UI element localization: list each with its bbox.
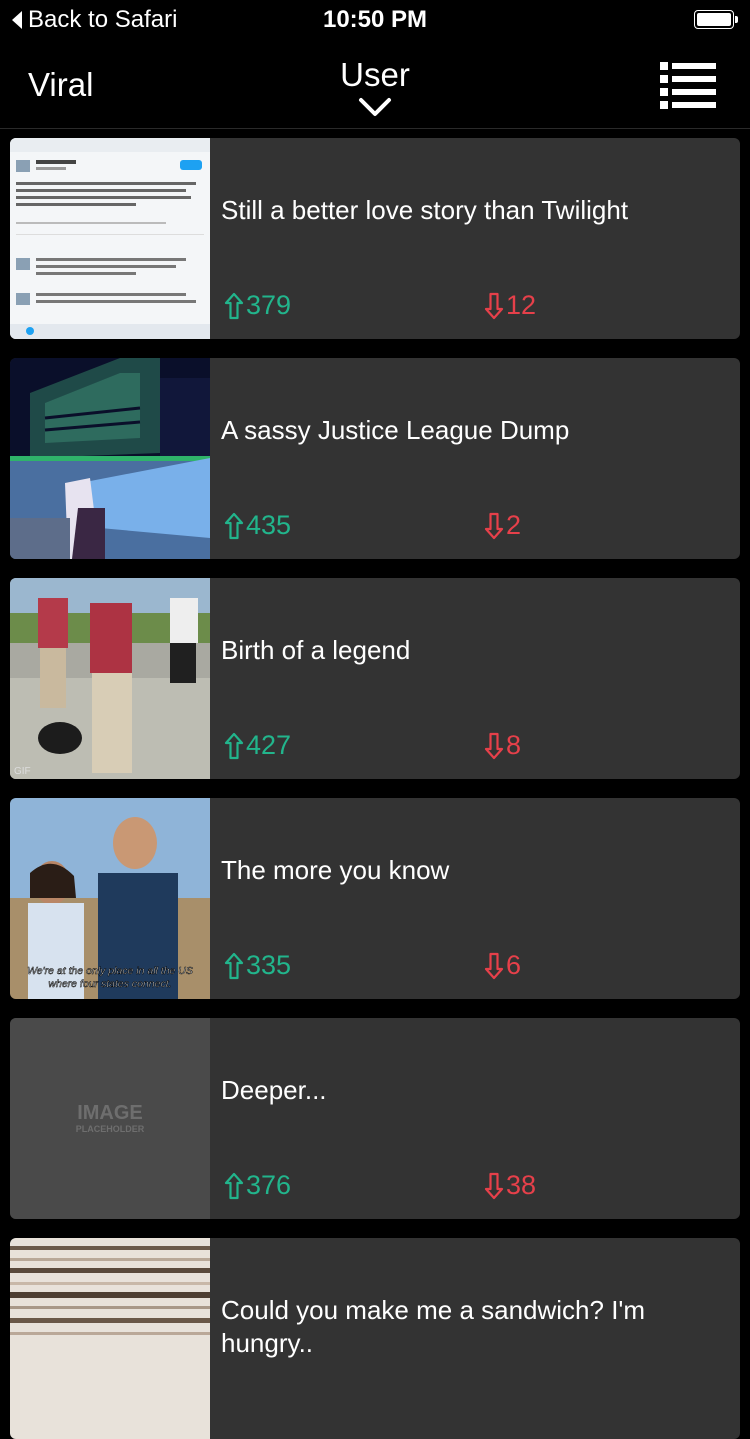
nav-bar: Viral User	[0, 40, 750, 129]
downvote-count[interactable]: 8	[484, 730, 521, 761]
upvote-value: 376	[246, 1170, 292, 1200]
downvote-arrow-icon	[484, 952, 504, 979]
post-thumbnail: GIF	[10, 578, 210, 779]
post-title: The more you know	[221, 855, 450, 885]
post-title: Could you make me a sandwich? I'm hungry…	[221, 1295, 646, 1358]
post-title: Still a better love story than Twilight	[221, 195, 629, 225]
downvote-arrow-icon	[484, 732, 504, 759]
upvote-count[interactable]: 427	[224, 730, 291, 761]
post-card[interactable]: Could you make me a sandwich? I'm hungry…	[10, 1238, 740, 1439]
downvote-value: 8	[506, 730, 522, 760]
user-dropdown-title[interactable]: User	[0, 56, 750, 94]
upvote-arrow-icon	[224, 732, 244, 759]
status-time: 10:50 PM	[322, 6, 428, 33]
list-menu-icon[interactable]	[660, 60, 716, 110]
downvote-count[interactable]: 2	[484, 510, 521, 541]
upvote-arrow-icon	[224, 512, 244, 539]
battery-icon	[694, 10, 738, 29]
downvote-value: 6	[506, 950, 522, 980]
downvote-arrow-icon	[484, 512, 504, 539]
post-card[interactable]: We're at the only place in all the US wh…	[10, 798, 740, 999]
post-thumbnail-placeholder: IMAGE PLACEHOLDER	[10, 1018, 210, 1219]
upvote-value: 335	[246, 950, 292, 980]
post-card[interactable]: GIF Birth of a legend 427 8	[10, 578, 740, 779]
post-thumbnail	[10, 358, 210, 559]
post-title: A sassy Justice League Dump	[221, 415, 570, 445]
post-title: Deeper...	[221, 1075, 327, 1105]
thumb-caption-line-1: We're at the only place in all the US	[27, 965, 193, 977]
upvote-value: 379	[246, 290, 292, 320]
upvote-arrow-icon	[224, 292, 244, 319]
chevron-down-icon[interactable]	[357, 96, 393, 120]
upvote-value: 435	[246, 510, 292, 540]
downvote-arrow-icon	[484, 1172, 504, 1199]
post-title: Birth of a legend	[221, 635, 411, 665]
post-thumbnail	[10, 138, 210, 339]
upvote-count[interactable]: 376	[224, 1170, 291, 1201]
upvote-arrow-icon	[224, 952, 244, 979]
downvote-value: 38	[506, 1170, 537, 1200]
post-card[interactable]: A sassy Justice League Dump 435 2	[10, 358, 740, 559]
thumb-caption-line-2: where four states connect.	[48, 978, 171, 990]
upvote-count[interactable]: 379	[224, 290, 291, 321]
svg-text:GIF: GIF	[14, 766, 31, 777]
downvote-value: 2	[506, 510, 522, 540]
upvote-count[interactable]: 435	[224, 510, 291, 541]
status-bar: Back to Safari 10:50 PM	[0, 0, 750, 40]
downvote-count[interactable]: 38	[484, 1170, 536, 1201]
post-thumbnail: We're at the only place in all the US wh…	[10, 798, 210, 999]
post-thumbnail	[10, 1238, 210, 1439]
downvote-value: 12	[506, 290, 537, 320]
downvote-count[interactable]: 12	[484, 290, 536, 321]
placeholder-text: IMAGE	[77, 1102, 143, 1124]
upvote-value: 427	[246, 730, 292, 760]
post-card[interactable]: IMAGE PLACEHOLDER Deeper... 376 38	[10, 1018, 740, 1219]
upvote-arrow-icon	[224, 1172, 244, 1199]
post-card[interactable]: Still a better love story than Twilight …	[10, 138, 740, 339]
downvote-count[interactable]: 6	[484, 950, 521, 981]
downvote-arrow-icon	[484, 292, 504, 319]
upvote-count[interactable]: 335	[224, 950, 291, 981]
placeholder-subtext: PLACEHOLDER	[76, 1124, 145, 1134]
